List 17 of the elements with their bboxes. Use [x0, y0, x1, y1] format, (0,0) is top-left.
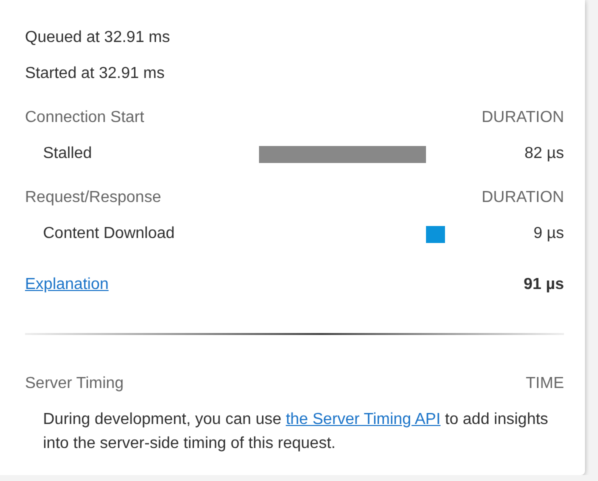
duration-value: 82 µs — [524, 144, 564, 164]
section-title: Server Timing — [25, 374, 124, 394]
duration-value: 9 µs — [532, 224, 564, 244]
column-header: TIME — [526, 374, 564, 394]
waterfall-bar — [426, 226, 445, 242]
server-timing-text: During development, you can use the Server Timing API to add insights into the server-side timing of this request. — [43, 410, 550, 454]
total-duration: 91 µs — [524, 275, 564, 295]
explanation-link[interactable]: Explanation — [25, 274, 109, 296]
column-header: DURATION — [482, 188, 564, 208]
timestamp-text: Started at 32.91 ms — [25, 64, 166, 84]
timestamp-text: Queued at 32.91 ms — [25, 28, 171, 48]
phase-label: Content Download — [43, 224, 176, 244]
section-title: Request/Response — [25, 188, 162, 208]
section-title: Connection Start — [25, 108, 144, 128]
server-timing-api-link[interactable]: the Server Timing API — [286, 411, 441, 428]
phase-label: Stalled — [43, 144, 93, 164]
column-header: DURATION — [482, 108, 564, 128]
